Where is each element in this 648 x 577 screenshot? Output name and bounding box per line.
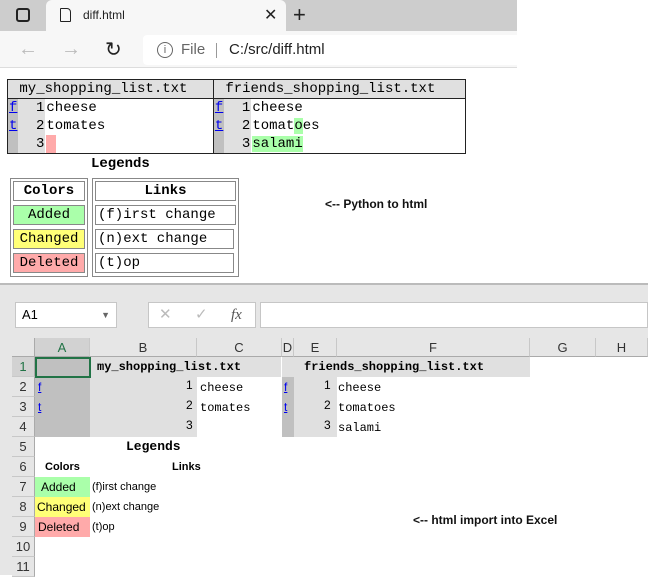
forward-icon[interactable]: → [61, 38, 81, 61]
chevron-down-icon[interactable]: ▼ [101, 303, 110, 327]
browser-tab[interactable]: diff.html ✕ [46, 0, 286, 31]
cell-a2[interactable]: f [38, 377, 41, 397]
cell-a6[interactable]: Colors [45, 457, 80, 477]
cell-b7[interactable]: (f)irst change [92, 477, 156, 497]
cell-d2[interactable]: f [284, 377, 287, 397]
cell-e3[interactable]: 2 [324, 395, 331, 415]
cell-b3[interactable]: 2 [186, 395, 193, 415]
right-file-header: friends_shopping_list.txt [224, 79, 466, 99]
row-header[interactable]: 8 [12, 497, 35, 517]
column-header-h[interactable]: H [596, 338, 648, 357]
added-text: o [294, 118, 303, 134]
cell-d3[interactable]: t [284, 397, 287, 417]
cell-e2[interactable]: 1 [324, 375, 331, 395]
row-header[interactable]: 1 [12, 357, 35, 377]
left-file-header: my_shopping_list.txt [18, 79, 214, 99]
cancel-icon[interactable]: ✕ [159, 303, 172, 327]
row-header[interactable]: 11 [12, 557, 35, 577]
address-scheme: File [181, 41, 206, 58]
cell-b8[interactable]: (n)ext change [92, 497, 159, 517]
info-icon: i [157, 42, 173, 58]
cell-b1[interactable]: my_shopping_list.txt [97, 357, 241, 377]
added-text: salami [252, 136, 303, 152]
cell-f3[interactable]: tomatoes [338, 398, 396, 418]
back-icon[interactable]: ← [18, 38, 38, 61]
refresh-icon[interactable]: ↻ [105, 37, 122, 62]
diff-header-row: my_shopping_list.txt friends_shopping_li… [7, 79, 466, 99]
function-icon[interactable]: fx [231, 303, 242, 327]
column-header-e[interactable]: E [294, 338, 337, 357]
top-link[interactable]: t [215, 118, 223, 134]
cell-b2[interactable]: 1 [186, 375, 193, 395]
address-url: C:/src/diff.html [229, 41, 325, 58]
formula-buttons: ✕ ✓ fx [148, 302, 256, 328]
row-header[interactable]: 9 [12, 517, 35, 537]
column-header-d[interactable]: D [282, 338, 294, 357]
column-header-b[interactable]: B [90, 338, 197, 357]
cell-a3[interactable]: t [38, 397, 41, 417]
column-header-f[interactable]: F [337, 338, 530, 357]
cell-a7[interactable]: Added [35, 477, 90, 497]
excel-note: <-- html import into Excel [413, 513, 558, 527]
cell-b9[interactable]: (t)op [92, 517, 115, 537]
new-tab-button[interactable]: + [293, 2, 306, 28]
row-header[interactable]: 3 [12, 397, 35, 417]
python-note: <-- Python to html [325, 197, 428, 211]
tab-actions-icon[interactable] [16, 8, 30, 22]
cell-f4[interactable]: salami [338, 418, 381, 438]
cell-a8[interactable]: Changed [35, 497, 90, 517]
name-box[interactable]: A1 ▼ [15, 302, 117, 328]
column-header-c[interactable]: C [197, 338, 282, 357]
diff-row: f 1 cheese f 1 cheese [7, 98, 303, 117]
deleted-marker [46, 135, 57, 153]
diff-row: 3 3 salami [7, 135, 466, 154]
column-header-g[interactable]: G [530, 338, 596, 357]
cell-e1[interactable]: friends_shopping_list.txt [304, 357, 484, 377]
cell-b4[interactable]: 3 [186, 415, 193, 435]
active-cell-a1[interactable] [35, 357, 91, 378]
top-link[interactable]: t [9, 118, 17, 134]
links-legend: Links (f)irst change (n)ext change (t)op [92, 178, 239, 277]
diff-table: my_shopping_list.txt friends_shopping_li… [7, 79, 466, 154]
enter-icon[interactable]: ✓ [195, 303, 208, 327]
divider [216, 43, 217, 58]
cell-b5[interactable]: Legends [126, 437, 181, 457]
colors-legend: Colors Added Changed Deleted [10, 178, 88, 277]
cell-c2[interactable]: cheese [200, 378, 243, 398]
cell-b6[interactable]: Links [172, 457, 201, 477]
cell-e4[interactable]: 3 [324, 415, 331, 435]
first-change-link[interactable]: f [215, 100, 223, 116]
close-tab-icon[interactable]: ✕ [264, 5, 277, 25]
select-all-button[interactable] [12, 338, 35, 357]
diff-row: t 2 tomates t 2 tomatoes [7, 117, 320, 135]
first-change-link[interactable]: f [9, 100, 17, 116]
row-header[interactable]: 6 [12, 457, 35, 477]
address-bar[interactable]: i File C:/src/diff.html [143, 35, 517, 65]
cell-f2[interactable]: cheese [338, 378, 381, 398]
column-header-a[interactable]: A [35, 338, 90, 357]
row-header[interactable]: 5 [12, 437, 35, 457]
tab-title: diff.html [83, 8, 125, 22]
row-header[interactable]: 4 [12, 417, 35, 437]
row-header[interactable]: 7 [12, 477, 35, 497]
file-icon [60, 8, 71, 22]
row-header[interactable]: 10 [12, 537, 35, 557]
cell-a9[interactable]: Deleted [35, 517, 90, 537]
formula-bar[interactable] [260, 302, 648, 328]
row-header[interactable]: 2 [12, 377, 35, 397]
cell-c3[interactable]: tomates [200, 398, 250, 418]
legends-title: Legends [91, 156, 150, 172]
